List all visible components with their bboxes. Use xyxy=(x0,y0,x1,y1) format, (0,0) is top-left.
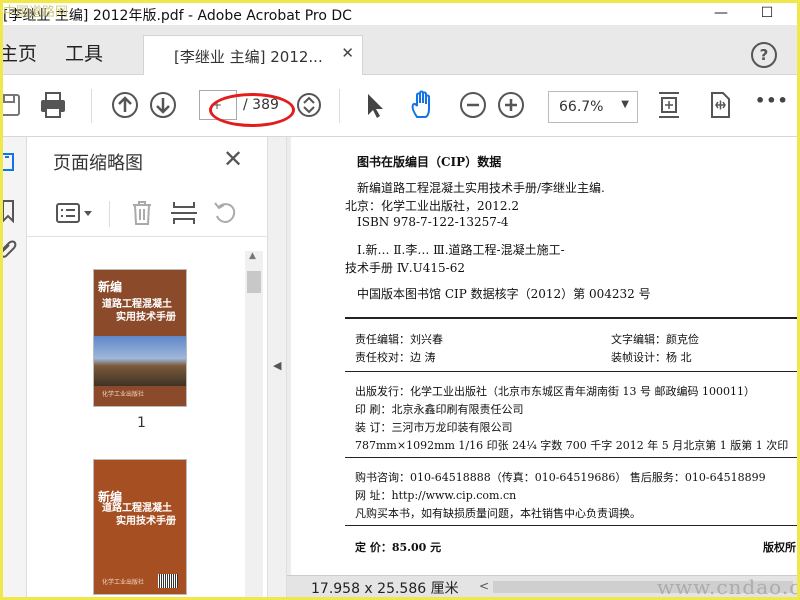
publication-info: 787mm×1092mm 1/16 印张 24¼ 字数 700 千字 2012 … xyxy=(355,439,789,452)
thumbnail-page-label: 1 xyxy=(137,415,146,431)
title-bar: [李继业 主编] 2012年版.pdf - Adobe Acrobat Pro … xyxy=(3,3,797,25)
cip-line: 技术手册 Ⅳ.U415-62 xyxy=(345,261,465,275)
close-panel-icon[interactable]: ✕ xyxy=(223,145,243,173)
zoom-value: 66.7% xyxy=(559,99,604,115)
cip-line: ISBN 978-7-122-13257-4 xyxy=(357,215,509,229)
bookmark-icon[interactable] xyxy=(3,199,21,223)
document-page: 图书在版编目（CIP）数据 新编道路工程混凝土实用技术手册/李继业主编. 北京：… xyxy=(291,137,797,575)
publication-info: 装 订：三河市万龙印装有限公司 xyxy=(355,421,513,434)
red-annotation-ellipse xyxy=(209,93,295,127)
cip-heading: 图书在版编目（CIP）数据 xyxy=(357,155,502,169)
thumbnail-scrollbar[interactable]: ▲ xyxy=(245,251,263,597)
cip-line: 北京：化学工业出版社，2012.2 xyxy=(345,199,519,213)
overlay-watermark: 中国道路网 xyxy=(3,5,69,20)
toolbar-divider xyxy=(91,89,92,123)
publication-info: 印 刷：北京永鑫印刷有限责任公司 xyxy=(355,403,524,416)
acrobat-window: [李继业 主编] 2012年版.pdf - Adobe Acrobat Pro … xyxy=(3,3,797,597)
zoom-select[interactable]: 66.7% ▼ xyxy=(548,91,638,123)
hand-tool-icon[interactable] xyxy=(407,89,439,121)
cover-tag: 新编 xyxy=(98,280,123,294)
panel-title: 页面缩略图 xyxy=(53,153,143,174)
cover-title-line-1: 道路工程混凝土 xyxy=(102,503,172,514)
divider-rule xyxy=(345,525,797,526)
cover-title-line-1: 道路工程混凝土 xyxy=(102,299,172,310)
barcode xyxy=(158,574,178,588)
publication-info: 出版发行：化学工业出版社（北京市东城区青年湖南街 13 号 邮政编码 10001… xyxy=(355,385,755,398)
divider-rule xyxy=(345,317,797,319)
page-dimensions: 17.958 x 25.586 厘米 xyxy=(311,581,459,597)
cover-title: 道路工程混凝土 实用技术手册 xyxy=(102,298,176,324)
cover-photo xyxy=(94,336,186,386)
help-icon[interactable]: ? xyxy=(751,42,777,68)
previous-page-icon[interactable] xyxy=(109,89,141,121)
cip-line: 中国版本图书馆 CIP 数据核字（2012）第 004232 号 xyxy=(357,287,651,301)
select-tool-icon[interactable] xyxy=(359,89,391,121)
document-tab-label: [李继业 主编] 2012... xyxy=(174,48,323,66)
scroll-up-icon[interactable]: ▲ xyxy=(249,251,256,261)
panel-divider xyxy=(109,201,110,227)
contact-info: 网 址：http://www.cip.com.cn xyxy=(355,489,517,502)
document-viewport[interactable]: 图书在版编目（CIP）数据 新编道路工程混凝土实用技术手册/李继业主编. 北京：… xyxy=(287,137,797,597)
options-menu-icon[interactable] xyxy=(55,201,95,225)
tab-home[interactable]: 主页 xyxy=(3,39,37,66)
tab-tools[interactable]: 工具 xyxy=(65,39,103,66)
editor-credit: 装帧设计：杨 北 xyxy=(611,351,692,364)
divider-rule xyxy=(345,371,797,372)
cover-publisher: 化学工业出版社 xyxy=(102,579,145,586)
scroll-left-icon[interactable]: < xyxy=(479,579,489,593)
cip-line: Ⅰ.新… Ⅱ.李… Ⅲ.道路工程-混凝土施工- xyxy=(357,243,565,257)
cover-title-line-2: 实用技术手册 xyxy=(116,312,176,323)
chevron-down-icon: ▼ xyxy=(621,99,629,110)
navigation-rail xyxy=(3,137,27,597)
collapse-arrow-icon[interactable]: ◀ xyxy=(273,359,281,372)
panel-toolbar xyxy=(27,189,267,237)
editor-credit: 责任校对：边 涛 xyxy=(355,351,436,364)
scrollbar-thumb[interactable] xyxy=(247,271,261,293)
maximize-button[interactable]: ☐ xyxy=(747,3,787,25)
page-stepper-icon[interactable] xyxy=(293,89,325,121)
cip-line: 新编道路工程混凝土实用技术手册/李继业主编. xyxy=(357,181,605,195)
more-tools-icon[interactable]: ••• xyxy=(755,91,789,110)
site-watermark: www.cndao.com xyxy=(657,575,797,597)
rotate-page-icon[interactable] xyxy=(211,199,241,227)
page-thumbnail-1[interactable]: 新编 道路工程混凝土 实用技术手册 化学工业出版社 xyxy=(93,269,187,407)
contact-info: 凡购买本书，如有缺损质量问题，本社销售中心负责调换。 xyxy=(355,507,641,520)
fit-page-icon[interactable] xyxy=(653,89,685,121)
zoom-in-icon[interactable] xyxy=(495,89,527,121)
contact-info: 购书咨询：010-64518888（传真：010-64519686） 售后服务：… xyxy=(355,471,766,484)
attachment-icon[interactable] xyxy=(3,237,21,261)
cover-title-line-2: 实用技术手册 xyxy=(116,516,176,527)
close-tab-icon[interactable]: ✕ xyxy=(341,44,354,62)
cover-title: 道路工程混凝土 实用技术手册 xyxy=(102,502,176,528)
print-icon[interactable] xyxy=(37,89,69,121)
thumbnails-panel: 页面缩略图 ✕ 新编 道路工程混凝土 实用技术手册 化学工业出版社 1 新编 道… xyxy=(27,137,267,597)
save-icon[interactable] xyxy=(3,89,25,121)
full-screen-icon[interactable] xyxy=(703,89,735,121)
minimize-button[interactable]: — xyxy=(701,3,741,25)
price: 定 价：85.00 元 xyxy=(355,541,442,554)
tab-document[interactable]: [李继业 主编] 2012... ✕ xyxy=(143,35,363,76)
insert-page-icon[interactable] xyxy=(169,199,199,227)
next-page-icon[interactable] xyxy=(147,89,179,121)
page-thumbnails-icon[interactable] xyxy=(3,151,21,175)
delete-page-icon[interactable] xyxy=(129,199,155,227)
divider-rule xyxy=(345,457,797,458)
tab-bar: 主页 工具 [李继业 主编] 2012... ✕ ? xyxy=(3,25,797,76)
editor-credit: 责任编辑：刘兴春 xyxy=(355,333,443,346)
editor-credit: 文字编辑：颜克俭 xyxy=(611,333,699,346)
page-thumbnail-2[interactable]: 新编 道路工程混凝土 实用技术手册 化学工业出版社 xyxy=(93,459,187,595)
panel-collapse-gutter[interactable]: ◀ xyxy=(267,137,287,597)
toolbar: + / 389 66.7% ▼ ••• xyxy=(3,75,797,137)
copyright-notice: 版权所 xyxy=(763,541,796,554)
toolbar-divider xyxy=(339,89,340,123)
cover-publisher: 化学工业出版社 xyxy=(102,391,145,398)
zoom-out-icon[interactable] xyxy=(457,89,489,121)
